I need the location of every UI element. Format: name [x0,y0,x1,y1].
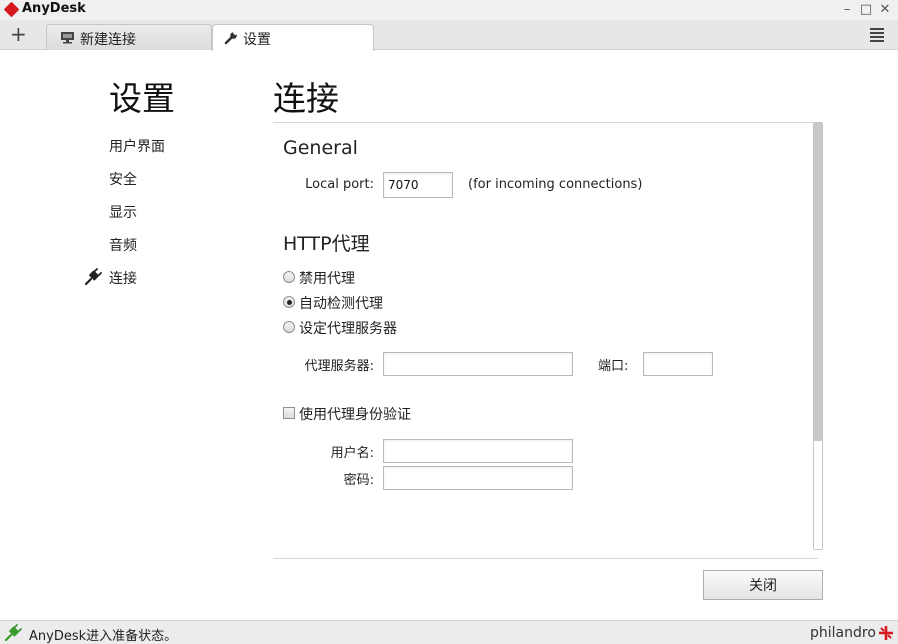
close-button[interactable]: 关闭 [703,570,823,600]
sidebar-item-display[interactable]: 显示 [109,202,137,222]
window-title: AnyDesk [22,1,86,16]
proxy-server-label: 代理服务器: [304,359,374,374]
monitor-icon [61,32,74,44]
radio-button-selected[interactable] [283,296,295,308]
status-bar: AnyDesk进入准备状态。 philandro [0,620,898,644]
sidebar-item-user-interface[interactable]: 用户界面 [109,136,165,156]
password-input[interactable] [383,466,573,490]
philandro-logo-icon [879,626,893,640]
tab-bar: + 新建连接 设置 [0,20,898,51]
username-label: 用户名: [330,446,374,461]
title-bar: AnyDesk – □ ✕ [0,0,898,20]
proxy-auth-checkbox[interactable] [283,407,295,419]
proxy-port-label: 端口: [598,359,629,374]
radio-disable-proxy-label: 禁用代理 [299,271,355,287]
local-port-input[interactable] [383,172,453,198]
tab-settings[interactable]: 设置 [212,24,374,51]
http-proxy-section-title: HTTP代理 [283,233,370,255]
radio-set-proxy-server-label: 设定代理服务器 [299,321,397,337]
vertical-scrollbar[interactable] [813,122,823,550]
password-label: 密码: [343,473,374,488]
sidebar-item-connection[interactable]: 连接 [109,268,137,288]
hamburger-menu-icon[interactable] [870,28,884,42]
scrollbar-thumb[interactable] [814,123,822,441]
connection-status-plug-icon [4,624,22,642]
maximize-button[interactable]: □ [857,1,875,19]
plug-icon [84,268,102,286]
settings-heading: 设置 [109,79,175,118]
radio-auto-detect-proxy-label: 自动检测代理 [299,296,383,312]
tab-new-connection[interactable]: 新建连接 [46,24,212,50]
close-window-button[interactable]: ✕ [876,1,894,19]
proxy-auth-checkbox-label[interactable]: 使用代理身份验证 [299,404,411,424]
radio-button[interactable] [283,321,295,333]
status-text: AnyDesk进入准备状态。 [29,629,178,644]
proxy-server-input[interactable] [383,352,573,376]
sidebar-item-audio[interactable]: 音频 [109,235,137,255]
new-tab-button[interactable]: + [10,22,27,46]
local-port-label: Local port: [305,177,374,192]
anydesk-logo-icon [3,1,20,18]
page-title: 连接 [273,79,339,118]
radio-button[interactable] [283,271,295,283]
proxy-port-input[interactable] [643,352,713,376]
wrench-icon [224,31,238,45]
tab-settings-label: 设置 [243,32,271,48]
minimize-button[interactable]: – [838,1,856,19]
tab-new-connection-label: 新建连接 [80,32,136,48]
philandro-brand-text: philandro [810,625,876,641]
sidebar-item-security[interactable]: 安全 [109,169,137,189]
username-input[interactable] [383,439,573,463]
local-port-hint: (for incoming connections) [468,177,643,192]
general-section-title: General [283,137,358,159]
